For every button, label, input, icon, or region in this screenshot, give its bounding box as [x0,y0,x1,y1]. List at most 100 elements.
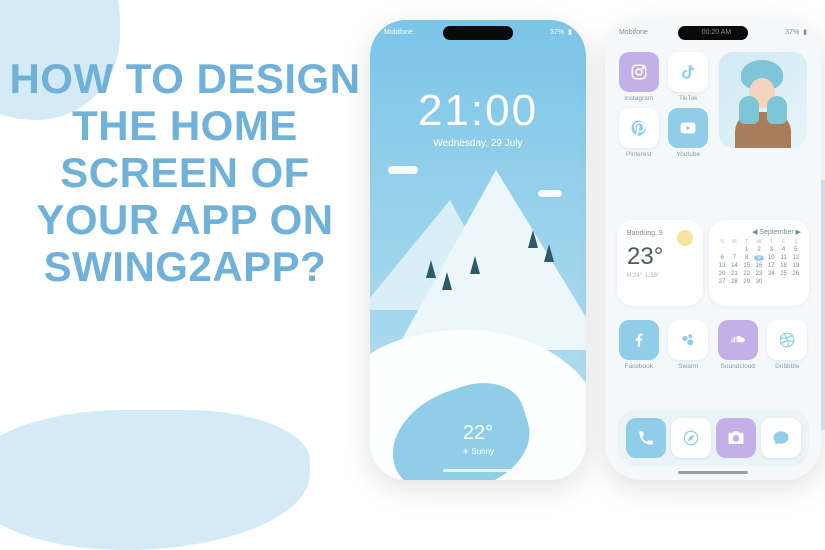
tree-icon [528,230,538,248]
calendar-day[interactable]: 7 [729,255,739,261]
calendar-day[interactable]: 1 [742,247,752,253]
calendar-day[interactable]: 20 [717,271,727,277]
photo-person-mittens [739,96,787,126]
calendar-day[interactable] [729,247,739,253]
tree-icon [426,260,436,278]
facebook-icon [619,320,659,360]
calendar-day[interactable]: 5 [791,247,801,253]
calendar-day[interactable]: 4 [778,247,788,253]
camera-icon[interactable] [716,418,756,458]
calendar-day[interactable]: 30 [754,279,764,285]
calendar-day[interactable]: 18 [778,263,788,269]
calendar-day[interactable]: 19 [791,263,801,269]
calendar-day[interactable]: 25 [778,271,788,277]
tree-icon [470,256,480,274]
calendar-dow: T [766,239,776,245]
app-label: Pinterest [626,151,652,158]
dock [617,410,809,466]
app-tiktok[interactable]: TikTok [667,52,711,102]
youtube-icon [668,108,708,148]
app-label: Dribbble [775,363,799,370]
calendar-day[interactable]: 15 [742,263,752,269]
app-label: Youtube [676,151,700,158]
swarm-icon [668,320,708,360]
calendar-grid: SMTWTFS123456789101112131415161718192021… [717,239,801,285]
phone-home-screen: Mobifone 00:20 AM 37% ▮ Instagram TikTok P… [605,20,821,480]
app-pinterest[interactable]: Pinterest [617,108,661,158]
carrier-label: Mobifone [384,29,413,36]
status-bar: Mobifone 00:20 AM 37% ▮ [605,28,821,36]
tiktok-icon [668,52,708,92]
calendar-day[interactable] [717,247,727,253]
lock-date: Wednesday, 29 July [370,138,586,149]
calendar-dow: W [754,239,764,245]
messages-icon[interactable] [761,418,801,458]
calendar-day[interactable]: 23 [754,271,764,277]
sun-icon [677,230,693,246]
calendar-dow: M [729,239,739,245]
mountain-front [396,170,586,350]
app-label: Facebook [624,363,653,370]
calendar-day[interactable]: 22 [742,271,752,277]
battery-label: 37% [785,29,799,36]
app-label: Swarm [678,363,698,370]
battery-icon: ▮ [568,28,572,36]
weather-widget[interactable]: Bandung, 9 23° H:24° L:18° [617,220,703,306]
calendar-day[interactable]: 10 [766,255,776,261]
widget-row: Bandung, 9 23° H:24° L:18° ◀ September ▶… [617,220,809,306]
lock-clock: 21:00 [370,86,586,136]
calendar-day[interactable]: 28 [729,279,739,285]
status-time: 00:20 AM [702,29,732,36]
tree-icon [544,244,554,262]
app-facebook[interactable]: Facebook [617,320,661,370]
status-bar: Mobifone 37% ▮ [370,28,586,36]
app-soundcloud[interactable]: Soundcloud [716,320,760,370]
lock-weather: 22° ☀ Sunny [370,422,586,456]
swipe-indicator[interactable] [678,471,748,474]
app-swarm[interactable]: Swarm [667,320,711,370]
calendar-day[interactable]: 26 [791,271,801,277]
battery-icon: ▮ [803,28,807,36]
calendar-day[interactable]: 17 [766,263,776,269]
calendar-day[interactable]: 27 [717,279,727,285]
calendar-day[interactable]: 21 [729,271,739,277]
calendar-month: ◀ September ▶ [717,228,801,236]
pinterest-icon [619,108,659,148]
photo-widget[interactable] [719,52,807,148]
calendar-day[interactable]: 12 [791,255,801,261]
calendar-day[interactable]: 6 [717,255,727,261]
calendar-dow: S [791,239,801,245]
app-dribbble[interactable]: Dribbble [766,320,810,370]
calendar-day[interactable]: 8 [742,255,752,261]
lock-weather-cond: ☀ Sunny [370,447,586,456]
calendar-day[interactable]: 24 [766,271,776,277]
calendar-day[interactable]: 2 [754,247,764,253]
headline-text: HOW TO DESIGN THE HOME SCREEN OF YOUR AP… [0,55,370,290]
app-youtube[interactable]: Youtube [667,108,711,158]
weather-hilo: H:24° L:18° [627,273,693,279]
calendar-widget[interactable]: ◀ September ▶ SMTWTFS1234567891011121314… [709,220,809,306]
instagram-icon [619,52,659,92]
bg-blob-bottom-left [0,410,310,550]
calendar-day[interactable]: 16 [754,263,764,269]
calendar-day[interactable]: 13 [717,263,727,269]
calendar-dow: F [778,239,788,245]
swipe-indicator[interactable] [443,469,513,472]
app-grid: Instagram TikTok Pinterest Youtube [617,52,809,158]
carrier-label: Mobifone [619,29,648,36]
calendar-day[interactable]: 14 [729,263,739,269]
tree-icon [442,272,452,290]
calendar-day[interactable]: 3 [766,247,776,253]
calendar-day[interactable]: 11 [778,255,788,261]
app-label: Instagram [624,95,653,102]
app-instagram[interactable]: Instagram [617,52,661,102]
calendar-dow: S [717,239,727,245]
phone-lock-screen: Mobifone 37% ▮ 21:00 Wednesday, 29 July … [370,20,586,480]
battery-label: 37% [550,29,564,36]
calendar-dow: T [742,239,752,245]
calendar-day[interactable]: 9 [754,255,764,261]
calendar-day[interactable]: 29 [742,279,752,285]
safari-icon[interactable] [671,418,711,458]
phone-icon[interactable] [626,418,666,458]
lock-temp: 22° [463,422,493,444]
